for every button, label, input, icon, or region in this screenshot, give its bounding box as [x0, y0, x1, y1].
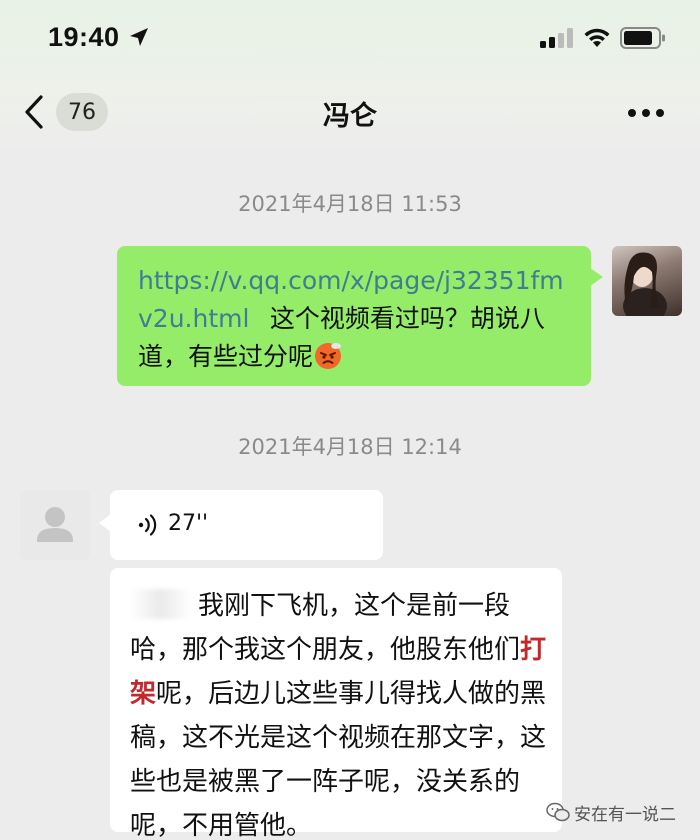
location-arrow-icon — [130, 28, 148, 46]
voice-duration: 27'' — [168, 511, 209, 536]
cellular-signal-icon — [540, 28, 573, 48]
watermark-text: 安在有一说二 — [574, 804, 676, 825]
voice-message-bubble[interactable]: 27'' — [99, 490, 383, 560]
wifi-icon — [584, 28, 610, 47]
wechat-logo-icon — [546, 802, 570, 822]
battery-icon — [620, 27, 665, 49]
message-text-part-2: 呢，后边儿这些事儿得找人做的黑稿，这不光是这个视频在那文字，这些也是被黑了一阵子… — [130, 679, 547, 840]
user-avatar[interactable] — [612, 246, 682, 316]
message-timestamp: 2021年4月18日 11:53 — [238, 192, 462, 216]
avatar-photo — [623, 252, 667, 316]
outgoing-message-bubble[interactable]: https://v.qq.com/x/page/j32351fmv2u.html… — [117, 246, 603, 386]
header-area: 19:40 76 冯仑 — [0, 0, 700, 150]
message-timestamp: 2021年4月18日 12:14 — [238, 435, 462, 459]
status-bar: 19:40 — [0, 0, 700, 76]
watermark: 安在有一说二 — [546, 798, 696, 826]
nav-bar: 76 冯仑 — [0, 76, 700, 150]
default-avatar-icon — [37, 507, 73, 542]
redacted-text — [130, 589, 192, 619]
more-dots-icon[interactable] — [620, 98, 672, 128]
contact-avatar[interactable] — [20, 490, 90, 560]
status-time: 19:40 — [48, 22, 120, 52]
voice-wave-icon — [138, 514, 157, 536]
angry-face-emoji — [315, 343, 342, 369]
chat-title: 冯仑 — [323, 101, 377, 132]
incoming-message-bubble[interactable]: 我刚下飞机，这个是前一段哈，那个我这个朋友，他股东他们打架呢，后边儿这些事儿得找… — [110, 568, 562, 840]
